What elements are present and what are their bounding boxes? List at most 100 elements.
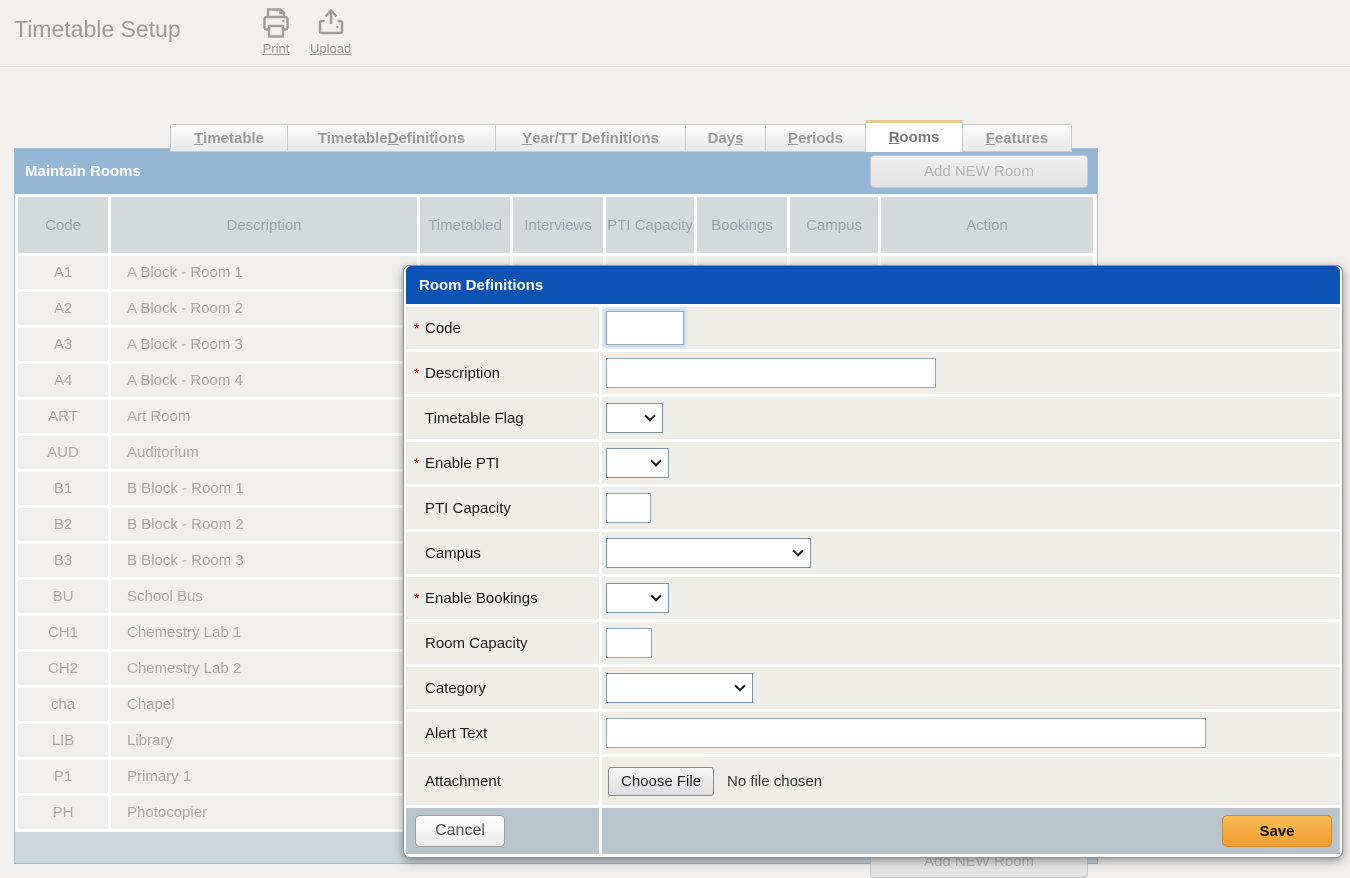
tab-rooms[interactable]: Rooms xyxy=(865,120,963,152)
field-control-room-capacity xyxy=(602,622,1340,664)
upload-icon xyxy=(313,6,349,40)
column-header: Interviews xyxy=(513,197,603,253)
modal-body: *Code*Description*Timetable Flag*Enable … xyxy=(406,304,1340,805)
field-label-text: Category xyxy=(425,680,486,697)
field-label-room-capacity: *Room Capacity xyxy=(406,622,599,664)
field-row-pti-capacity: *PTI Capacity xyxy=(406,487,1340,529)
field-label-enable-bookings: *Enable Bookings xyxy=(406,577,599,619)
field-row-enable-pti: *Enable PTI xyxy=(406,442,1340,484)
upload-label: Upload xyxy=(310,41,351,56)
field-label-timetable-flag: *Timetable Flag xyxy=(406,397,599,439)
room-code-cell: A4 xyxy=(18,364,108,397)
tab-days[interactable]: Days xyxy=(685,124,766,152)
save-button[interactable]: Save xyxy=(1222,815,1332,847)
campus-select[interactable] xyxy=(606,538,811,568)
field-label-campus: *Campus xyxy=(406,532,599,574)
category-select[interactable] xyxy=(606,673,753,703)
header-actions: Print Upload xyxy=(258,6,351,56)
print-button[interactable]: Print xyxy=(258,6,294,56)
column-header: Timetabled xyxy=(420,197,510,253)
field-label-code: *Code xyxy=(406,307,599,349)
room-description-cell: Photocopier xyxy=(111,796,417,829)
description-input[interactable] xyxy=(606,358,936,388)
enable-bookings-select[interactable] xyxy=(606,583,669,613)
required-asterisk: * xyxy=(414,455,425,471)
field-control-pti-capacity xyxy=(602,487,1340,529)
column-header: Code xyxy=(18,197,108,253)
cancel-button[interactable]: Cancel xyxy=(415,815,505,847)
field-label-attachment: *Attachment xyxy=(406,757,599,805)
required-asterisk: * xyxy=(414,590,425,606)
room-code-cell: cha xyxy=(18,688,108,721)
modal-header: Room Definitions xyxy=(406,266,1340,304)
selected-value xyxy=(607,454,612,471)
room-description-cell: A Block - Room 3 xyxy=(111,328,417,361)
room-description-cell: A Block - Room 1 xyxy=(111,256,417,289)
room-code-cell: P1 xyxy=(18,760,108,793)
pti-capacity-input[interactable] xyxy=(606,493,651,523)
field-label-text: Campus xyxy=(425,545,481,562)
tab-timetable-definitions[interactable]: Timetable Definitions xyxy=(287,124,496,152)
field-label-enable-pti: *Enable PTI xyxy=(406,442,599,484)
room-code-cell: PH xyxy=(18,796,108,829)
field-label-text: PTI Capacity xyxy=(425,500,511,517)
field-label-text: Enable Bookings xyxy=(425,590,538,607)
chevron-down-icon xyxy=(650,455,661,466)
tab-timetable[interactable]: Timetable xyxy=(170,124,288,152)
tab-bar: TimetableTimetable DefinitionsYear/TT De… xyxy=(170,120,1072,152)
maintain-rooms-title: Maintain Rooms xyxy=(25,163,141,180)
room-capacity-input[interactable] xyxy=(606,628,652,658)
tab-year-tt-definitions[interactable]: Year/TT Definitions xyxy=(495,124,686,152)
field-row-enable-bookings: *Enable Bookings xyxy=(406,577,1340,619)
print-label: Print xyxy=(263,41,290,56)
add-new-room-button[interactable]: Add NEW Room xyxy=(870,155,1088,188)
room-definitions-modal: Room Definitions *Code*Description*Timet… xyxy=(403,265,1343,858)
header-divider xyxy=(0,66,1350,67)
modal-title: Room Definitions xyxy=(419,277,543,294)
print-icon xyxy=(258,6,294,40)
tab-periods[interactable]: Periods xyxy=(765,124,866,152)
room-description-cell: B Block - Room 3 xyxy=(111,544,417,577)
selected-value xyxy=(607,409,612,426)
room-description-cell: Chapel xyxy=(111,688,417,721)
room-code-cell: CH1 xyxy=(18,616,108,649)
room-description-cell: A Block - Room 2 xyxy=(111,292,417,325)
code-input[interactable] xyxy=(606,311,684,345)
room-description-cell: Chemestry Lab 2 xyxy=(111,652,417,685)
field-control-attachment: Choose FileNo file chosen xyxy=(602,757,1340,805)
required-asterisk: * xyxy=(414,320,425,336)
field-row-campus: *Campus xyxy=(406,532,1340,574)
file-input: Choose FileNo file chosen xyxy=(606,767,822,796)
field-control-enable-bookings xyxy=(602,577,1340,619)
required-asterisk: * xyxy=(414,365,425,381)
field-control-campus xyxy=(602,532,1340,574)
field-label-text: Room Capacity xyxy=(425,635,528,652)
tab-features[interactable]: Features xyxy=(962,124,1072,152)
enable-pti-select[interactable] xyxy=(606,448,669,478)
field-row-description: *Description xyxy=(406,352,1340,394)
field-label-alert-text: *Alert Text xyxy=(406,712,599,754)
field-label-text: Code xyxy=(425,320,461,337)
field-label-text: Timetable Flag xyxy=(425,410,524,427)
timetable-flag-select[interactable] xyxy=(606,403,663,433)
room-description-cell: Chemestry Lab 1 xyxy=(111,616,417,649)
room-code-cell: A2 xyxy=(18,292,108,325)
field-label-category: *Category xyxy=(406,667,599,709)
field-label-text: Attachment xyxy=(425,773,501,790)
room-code-cell: A3 xyxy=(18,328,108,361)
room-description-cell: Library xyxy=(111,724,417,757)
room-description-cell: A Block - Room 4 xyxy=(111,364,417,397)
upload-button[interactable]: Upload xyxy=(310,6,351,56)
room-description-cell: School Bus xyxy=(111,580,417,613)
field-control-alert-text xyxy=(602,712,1340,754)
room-code-cell: LIB xyxy=(18,724,108,757)
room-description-cell: Primary 1 xyxy=(111,760,417,793)
column-header: Bookings xyxy=(697,197,787,253)
room-code-cell: CH2 xyxy=(18,652,108,685)
room-code-cell: BU xyxy=(18,580,108,613)
room-description-cell: Auditorium xyxy=(111,436,417,469)
room-code-cell: AUD xyxy=(18,436,108,469)
alert-text-input[interactable] xyxy=(606,718,1206,748)
choose-file-button[interactable]: Choose File xyxy=(608,767,714,796)
selected-value xyxy=(607,679,612,696)
